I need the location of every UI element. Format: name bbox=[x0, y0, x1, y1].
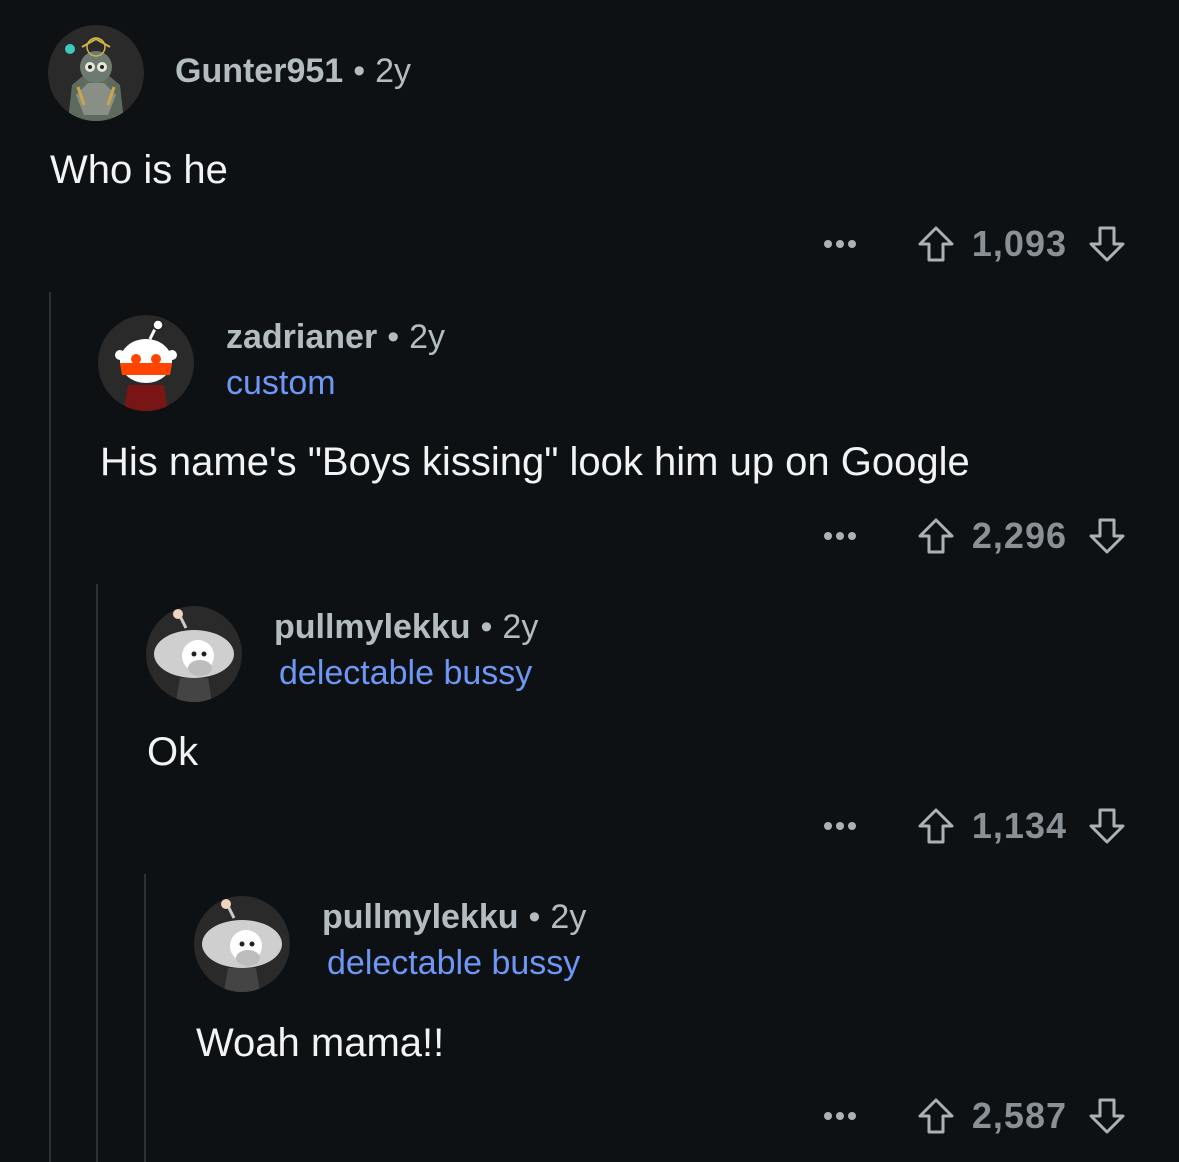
downvote-button[interactable] bbox=[1085, 804, 1129, 848]
username[interactable]: zadrianer bbox=[226, 318, 377, 356]
downvote-arrow-icon bbox=[1089, 808, 1125, 844]
upvote-button[interactable] bbox=[914, 804, 958, 848]
comment-actions: 1,093 bbox=[810, 220, 1129, 268]
comment-author[interactable]: pullmylekku • 2y bbox=[274, 608, 538, 647]
vote-score: 2,296 bbox=[971, 515, 1067, 556]
armored-character-avatar-icon bbox=[48, 25, 144, 121]
upvote-arrow-icon bbox=[918, 1098, 954, 1134]
vote-score: 1,093 bbox=[971, 223, 1067, 264]
username[interactable]: pullmylekku bbox=[274, 608, 471, 646]
more-options-button[interactable] bbox=[810, 806, 870, 846]
upvote-button[interactable] bbox=[914, 222, 958, 266]
comment-body: Woah mama!! bbox=[196, 1021, 445, 1065]
separator-dot: • bbox=[480, 608, 493, 646]
more-options-button[interactable] bbox=[810, 516, 870, 556]
separator-dot: • bbox=[353, 52, 366, 90]
upvote-button[interactable] bbox=[914, 514, 958, 558]
more-options-button[interactable] bbox=[810, 224, 870, 264]
avatar[interactable] bbox=[98, 315, 194, 411]
upvote-arrow-icon bbox=[918, 518, 954, 554]
downvote-arrow-icon bbox=[1089, 518, 1125, 554]
comment-body: His name's "Boys kissing" look him up on… bbox=[100, 440, 970, 484]
comment-actions: 1,134 bbox=[810, 802, 1129, 850]
downvote-button[interactable] bbox=[1085, 222, 1129, 266]
comment-age: 2y bbox=[409, 318, 446, 356]
username[interactable]: Gunter951 bbox=[175, 52, 343, 90]
comment-age: 2y bbox=[375, 52, 412, 90]
comment-author[interactable]: pullmylekku • 2y bbox=[322, 898, 586, 937]
user-flair: delectable bussy bbox=[279, 654, 533, 692]
downvote-arrow-icon bbox=[1089, 1098, 1125, 1134]
snoo-red-visor-avatar-icon bbox=[98, 315, 194, 411]
snoo-white-hair-avatar-icon bbox=[194, 896, 290, 992]
comment-age: 2y bbox=[550, 898, 587, 936]
upvote-arrow-icon bbox=[918, 226, 954, 262]
thread-line-level-3[interactable] bbox=[144, 874, 146, 1162]
comment-age: 2y bbox=[502, 608, 539, 646]
separator-dot: • bbox=[387, 318, 400, 356]
more-options-button[interactable] bbox=[810, 1096, 870, 1136]
user-flair: custom bbox=[226, 364, 336, 402]
avatar[interactable] bbox=[146, 606, 242, 702]
avatar[interactable] bbox=[48, 25, 144, 121]
thread-line-level-1[interactable] bbox=[49, 292, 51, 1162]
user-flair: delectable bussy bbox=[327, 944, 581, 982]
username[interactable]: pullmylekku bbox=[322, 898, 519, 936]
separator-dot: • bbox=[528, 898, 541, 936]
snoo-white-hair-avatar-icon bbox=[146, 606, 242, 702]
thread-line-level-2[interactable] bbox=[96, 584, 98, 1162]
upvote-arrow-icon bbox=[918, 808, 954, 844]
comment-author[interactable]: zadrianer • 2y bbox=[226, 318, 445, 357]
vote-score: 1,134 bbox=[971, 805, 1067, 846]
avatar[interactable] bbox=[194, 896, 290, 992]
comment-body: Ok bbox=[147, 730, 199, 774]
upvote-button[interactable] bbox=[914, 1094, 958, 1138]
downvote-button[interactable] bbox=[1085, 1094, 1129, 1138]
vote-score: 2,587 bbox=[971, 1095, 1067, 1136]
comment-author[interactable]: Gunter951 • 2y bbox=[175, 52, 411, 91]
comment-actions: 2,296 bbox=[810, 512, 1129, 560]
downvote-arrow-icon bbox=[1089, 226, 1125, 262]
comment-body: Who is he bbox=[50, 148, 228, 192]
comment-actions: 2,587 bbox=[810, 1092, 1129, 1140]
downvote-button[interactable] bbox=[1085, 514, 1129, 558]
